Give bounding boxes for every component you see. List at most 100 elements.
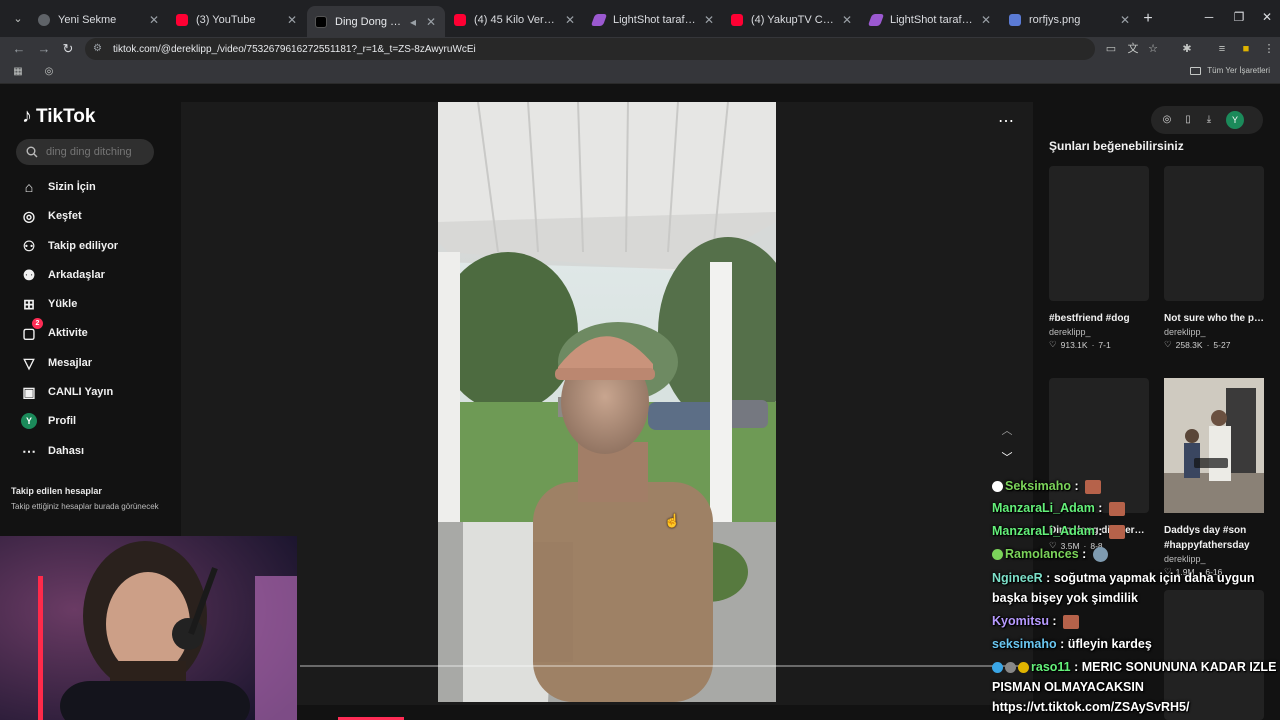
chat-message: NgineeR : soğutma yapmak için daha uygun… [992,571,1255,605]
close-tab-icon[interactable]: ✕ [425,15,437,29]
browser-tab[interactable]: (4) 45 Kilo Verdikten Sonra ✕ [446,6,584,33]
live-icon: ▣ [22,383,36,400]
all-bookmarks-button[interactable]: Tüm Yer İşaretleri [1190,66,1270,75]
browser-tab[interactable]: rorfjys.png ✕ [1001,6,1139,33]
download-icon[interactable]: ⤓ [1203,114,1215,126]
profile-icon[interactable]: ■ [1239,42,1253,56]
close-tab-icon[interactable]: ✕ [564,13,576,27]
user-avatar[interactable]: Y [1226,111,1244,129]
emote-icon [1108,501,1125,516]
chat-username: ManzaraLi_Adam [992,524,1095,538]
followed-accounts-heading: Takip edilen hesaplar [11,486,102,496]
nav-item-explore[interactable]: ◎ Keşfet [20,207,82,225]
video-thumbnail[interactable] [1049,166,1149,301]
tiktok-logo[interactable]: ♪ TikTok [22,105,95,128]
browser-tab[interactable]: LightShot tarafından Ekran ✕ [862,6,1000,33]
separator-dot: · [1091,339,1095,350]
nav-item-upload[interactable]: ⊞ Yükle [20,295,77,313]
friends-icon: ⚉ [22,266,36,283]
nav-label: Arkadaşlar [48,269,105,281]
chat-username: Kyomitsu [992,614,1049,628]
bookmark-star-icon[interactable]: ☆ [1146,42,1160,56]
tab-title: LightShot tarafından Ekran [613,13,697,26]
video-player[interactable] [438,102,776,702]
nav-item-following[interactable]: ⚇ Takip ediliyor [20,237,118,255]
apps-icon[interactable]: ▦ [12,66,24,78]
extensions-icon[interactable]: ✱ [1180,42,1194,56]
media-control-icon[interactable]: ≡ [1215,42,1229,56]
nav-item-live[interactable]: ▣ CANLI Yayın [20,383,113,401]
chat-username: ManzaraLi_Adam [992,501,1095,515]
card-title: Not sure who the parent is #dad #so... [1164,313,1264,324]
nav-label: Yükle [48,298,78,310]
bookmarks-bar: ▦ ◎ Tüm Yer İşaretleri [0,61,1280,84]
url-text[interactable]: tiktok.com/@dereklipp_/video/75326796162… [113,44,476,55]
restore-icon[interactable]: ❐ [1231,10,1247,24]
nav-label: Profil [48,415,77,427]
card-title: #bestfriend #dog [1049,313,1130,324]
previous-video-icon[interactable]: ︿ [999,422,1015,438]
more-icon: ⋯ [22,442,36,459]
nav-item-more[interactable]: ⋯ Dahası [20,442,84,460]
nav-item-friends[interactable]: ⚉ Arkadaşlar [20,266,105,284]
youtube-icon [176,13,188,26]
next-video-icon[interactable]: ﹀ [999,449,1015,465]
card-author: dereklipp_ [1164,327,1206,337]
close-tab-icon[interactable]: ✕ [286,13,298,27]
close-window-icon[interactable]: ✕ [1259,10,1275,24]
reload-icon[interactable]: ↻ [60,41,76,57]
youtube-icon [731,13,743,26]
bookmark-globe-icon[interactable]: ◎ [43,66,55,78]
translate-icon[interactable]: 文 [1126,42,1140,56]
cast-icon[interactable]: ▭ [1104,42,1118,56]
nav-item-activity[interactable]: ▢ 2 Aktivite [20,318,88,342]
nav-item-for-you[interactable]: ⌂ Sizin İçin [20,178,96,196]
close-tab-icon[interactable]: ✕ [841,13,853,27]
close-tab-icon[interactable]: ✕ [980,13,992,27]
new-tab-icon[interactable]: + [1140,11,1156,27]
chrome-menu-icon[interactable]: ⋮ [1262,42,1276,56]
close-tab-icon[interactable]: ✕ [703,13,715,27]
chat-message: Ramolances : [992,544,1280,564]
tab-search-chevron-icon[interactable]: ⌄ [9,11,27,27]
browser-tab-active[interactable]: Ding Dong Ditching: / ◂ ✕ [307,6,445,37]
tab-title: Yeni Sekme [58,13,117,26]
recommendation-card[interactable]: #bestfriend #dog dereklipp_ ♡ 913.1K · 7… [1049,166,1149,350]
browser-tab[interactable]: LightShot tarafından Ekran ✕ [585,6,723,33]
messages-icon: ▽ [23,354,35,371]
nav-label: Takip ediliyor [48,240,119,252]
browser-tab[interactable]: (4) YakupTV Chips'e sövüş ✕ [723,6,861,33]
video-stage[interactable] [181,102,1033,705]
speaker-icon[interactable]: ◂ [407,15,419,29]
site-info-icon[interactable]: ⚙ [93,43,105,55]
chat-text: üfleyin kardeş [1067,637,1152,651]
forward-icon[interactable]: → [36,41,52,56]
tiktok-icon [315,15,327,28]
chrome-icon [38,13,50,26]
nav-item-messages[interactable]: ▽ Mesajlar [20,354,92,372]
nav-item-profile[interactable]: Y Profil [20,412,76,430]
search-box[interactable] [16,139,154,165]
browser-tab[interactable]: Yeni Sekme ✕ [30,6,168,33]
card-date: 5-27 [1213,339,1231,350]
video-thumbnail[interactable] [1164,166,1264,301]
phone-icon[interactable]: ▯ [1182,114,1194,126]
tab-title: Ding Dong Ditching: / [335,15,405,28]
back-icon[interactable]: ← [11,41,27,56]
chat-message: ManzaraLi_Adam : [992,498,1280,518]
close-tab-icon[interactable]: ✕ [1119,13,1131,27]
address-bar[interactable]: ⚙ tiktok.com/@dereklipp_/video/753267961… [85,38,1095,60]
search-input[interactable] [46,146,146,158]
recommendation-card[interactable]: Not sure who the parent is #dad #so... d… [1164,166,1264,350]
heart-icon: ♡ [1049,339,1057,349]
home-icon: ⌂ [24,179,34,195]
card-date: 7-1 [1098,339,1111,350]
close-tab-icon[interactable]: ✕ [148,13,160,27]
minimize-icon[interactable]: ─ [1201,10,1217,24]
more-options-icon[interactable]: ⋯ [998,111,1015,131]
compass-icon[interactable]: ◎ [1161,114,1173,126]
top-right-controls: ◎ ▯ ⤓ Y [1151,106,1263,134]
activity-icon: ▢ 2 [20,318,43,342]
browser-tab[interactable]: (3) YouTube ✕ [168,6,306,33]
video-progress-bar[interactable] [300,665,1020,667]
